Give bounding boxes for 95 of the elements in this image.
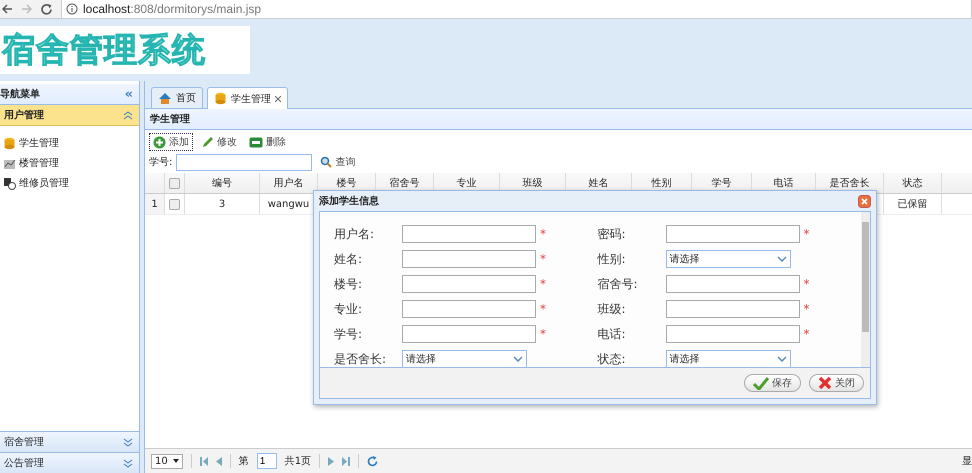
field-label: 状态: — [598, 350, 627, 368]
url-host: localhost — [83, 2, 130, 16]
required-mark: * — [540, 302, 546, 316]
page-info: 显 — [962, 455, 972, 468]
chevron-down-icon — [123, 458, 133, 468]
url-path: :808/dormitorys/main.jsp — [130, 2, 262, 16]
person-icon — [3, 176, 16, 190]
required-mark: * — [804, 327, 810, 341]
input-field[interactable] — [666, 225, 800, 243]
field-label: 是否舍长: — [334, 350, 388, 368]
input-field[interactable] — [402, 300, 536, 318]
close-icon[interactable] — [275, 96, 281, 102]
info-icon — [66, 2, 78, 14]
input-field[interactable] — [402, 225, 536, 243]
add-icon — [153, 136, 166, 148]
home-icon — [158, 92, 172, 104]
logo-text: 宿舍管理系统 — [0, 26, 250, 74]
field-label: 班级: — [598, 300, 627, 318]
panel-title: 学生管理 — [145, 109, 972, 130]
coins-icon — [3, 136, 16, 150]
required-mark: * — [540, 227, 546, 241]
accordion-header[interactable]: 宿舍管理 — [0, 431, 139, 452]
back-icon[interactable] — [2, 4, 13, 14]
page-number-field[interactable]: 1 — [256, 453, 277, 469]
field-label: 用户名: — [334, 226, 376, 242]
close-dialog-button[interactable]: 关闭 — [809, 374, 864, 392]
chevron-down-icon — [123, 438, 133, 446]
table-cell: 3 — [185, 194, 260, 214]
required-mark: * — [540, 252, 546, 266]
address-bar[interactable]: localhost:808/dormitorys/main.jsp — [61, 0, 972, 18]
field-label: 电话: — [598, 326, 627, 342]
field-label: 学号: — [334, 326, 364, 342]
check-icon — [753, 376, 769, 390]
page-size-select[interactable]: 10 — [151, 454, 183, 468]
pencil-icon — [201, 136, 214, 148]
search-button[interactable]: 查询 — [316, 153, 360, 171]
input-field[interactable] — [666, 275, 800, 293]
search-icon — [320, 156, 332, 168]
reload-icon[interactable] — [40, 2, 53, 16]
column-header[interactable]: 编号 — [185, 173, 260, 193]
required-mark: * — [540, 327, 546, 341]
required-mark: * — [540, 277, 546, 291]
close-button[interactable] — [858, 194, 871, 208]
field-label: 宿舍号: — [598, 276, 639, 292]
field-label: 专业: — [334, 300, 364, 318]
scrollbar[interactable] — [861, 212, 870, 367]
input-field[interactable] — [666, 325, 800, 343]
input-field[interactable] — [402, 325, 536, 343]
table-cell: 已保留 — [884, 194, 942, 214]
accordion-header[interactable]: 用户管理 — [0, 105, 139, 126]
field-label: 性别: — [598, 250, 627, 268]
sidebar-item[interactable]: 维修员管理 — [3, 176, 139, 190]
search-field[interactable] — [176, 154, 312, 170]
input-field[interactable] — [402, 275, 536, 293]
select-field[interactable]: 请选择 — [666, 250, 790, 268]
last-page-icon[interactable] — [342, 456, 350, 466]
page-total: 共1页 — [284, 454, 312, 468]
tab[interactable]: 学生管理 — [207, 87, 288, 109]
remove-icon — [249, 136, 263, 148]
refresh-icon[interactable] — [367, 456, 378, 466]
dropdown-arrow-icon — [172, 459, 179, 463]
sidebar-title: 导航菜单 — [0, 87, 40, 101]
forward-icon[interactable] — [21, 4, 32, 14]
select-field[interactable]: 请选择 — [666, 350, 790, 368]
tab[interactable]: 首页 — [151, 87, 203, 108]
required-mark: * — [804, 302, 810, 316]
field-label: 姓名: — [334, 250, 364, 268]
chevron-up-icon — [123, 110, 133, 120]
sidebar-item[interactable]: 楼管管理 — [3, 156, 139, 170]
required-mark: * — [804, 277, 810, 291]
input-field[interactable] — [402, 250, 536, 268]
required-mark: * — [804, 227, 810, 241]
column-header[interactable]: 状态 — [884, 173, 942, 193]
checkbox[interactable] — [169, 178, 180, 188]
toolbar-button[interactable]: 添加 — [149, 133, 193, 151]
dialog-title: 添加学生信息 — [319, 194, 379, 208]
search-label: 学号: — [149, 156, 172, 169]
first-page-icon[interactable] — [200, 456, 208, 466]
page-prefix: 第 — [238, 455, 249, 468]
coins-icon — [214, 92, 227, 105]
row-number: 1 — [145, 194, 165, 214]
save-button[interactable]: 保存 — [744, 374, 801, 392]
cross-icon — [818, 376, 832, 390]
select-field[interactable]: 请选择 — [402, 350, 527, 368]
field-label: 密码: — [598, 226, 627, 242]
field-label: 楼号: — [334, 276, 364, 292]
collapse-button[interactable]: « — [124, 86, 133, 102]
next-page-icon[interactable] — [328, 456, 334, 466]
sidebar-item[interactable]: 学生管理 — [3, 136, 139, 150]
checkbox[interactable] — [169, 198, 180, 210]
toolbar-button[interactable]: 删除 — [245, 133, 290, 151]
previous-page-icon[interactable] — [216, 456, 222, 466]
input-field[interactable] — [666, 300, 800, 318]
toolbar-button[interactable]: 修改 — [197, 133, 241, 151]
accordion-header[interactable]: 公告管理 — [0, 452, 139, 473]
